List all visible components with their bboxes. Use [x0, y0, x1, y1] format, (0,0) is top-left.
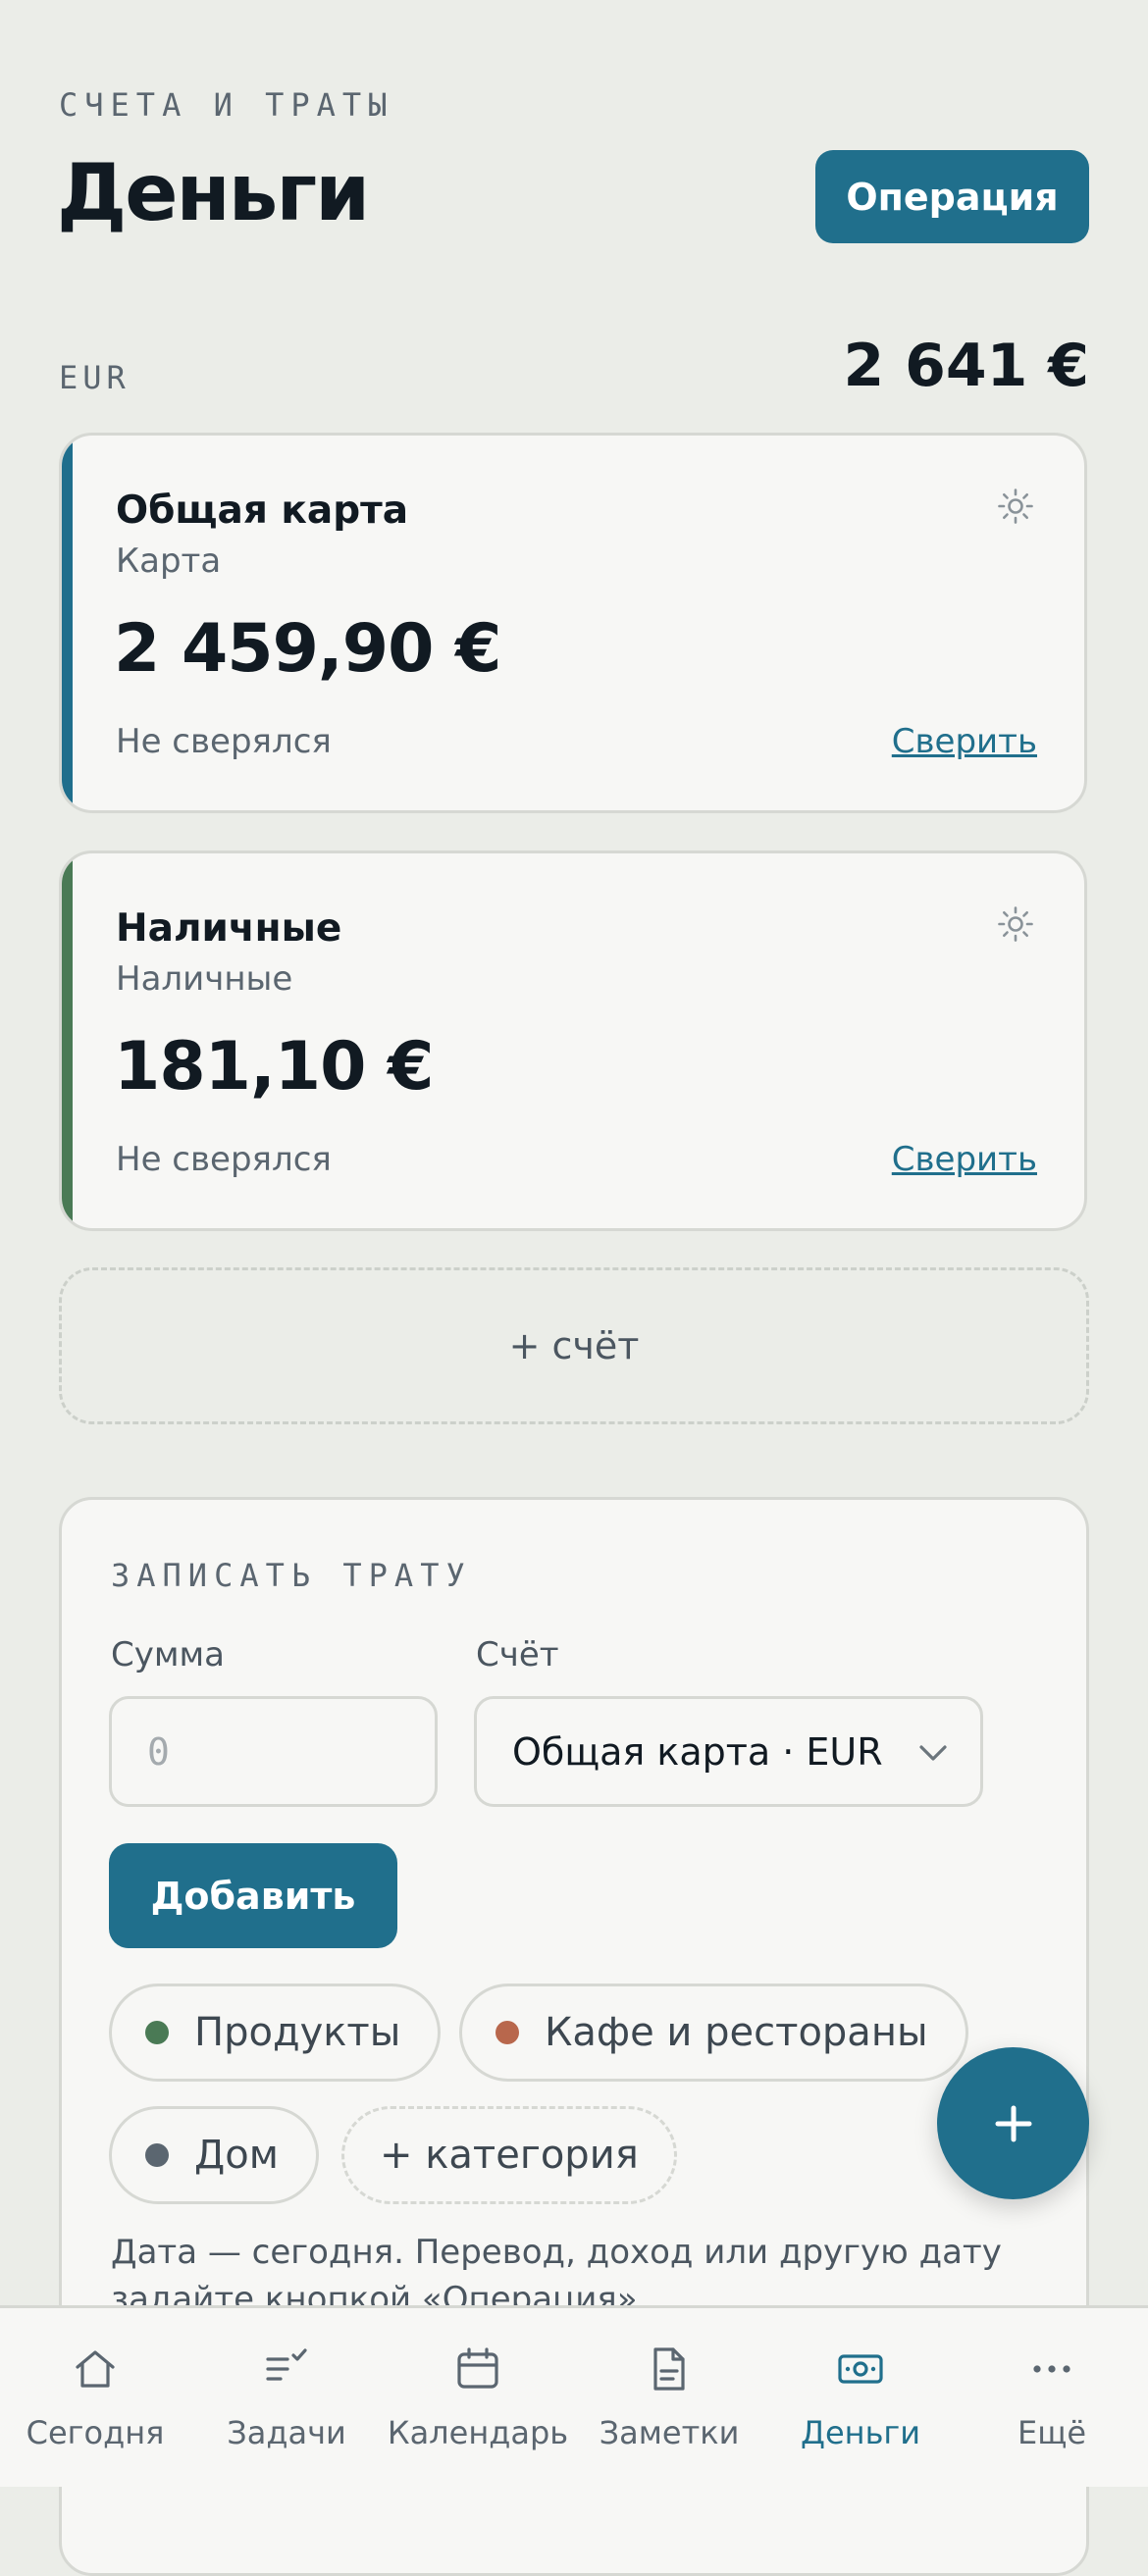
tab-calendar[interactable]: Календарь	[385, 2308, 571, 2487]
calendar-icon	[457, 2347, 498, 2389]
tab-today[interactable]: Сегодня	[2, 2308, 188, 2487]
add-fab-button[interactable]	[937, 2047, 1089, 2199]
home-icon	[76, 2350, 115, 2388]
reconcile-link[interactable]: Сверить	[892, 722, 1037, 761]
category-label: Кафе и рестораны	[545, 2010, 928, 2055]
account-card[interactable]: Общая карта Карта 2 459,90 € Не сверялся…	[59, 433, 1087, 813]
more-icon	[1033, 2365, 1070, 2373]
gear-icon[interactable]	[996, 487, 1035, 526]
page-eyebrow: СЧЕТА И ТРАТЫ	[59, 86, 394, 124]
reconcile-link[interactable]: Сверить	[892, 1140, 1037, 1179]
account-type: Наличные	[116, 959, 293, 999]
account-balance: 2 459,90 €	[114, 610, 501, 688]
tab-tasks[interactable]: Задачи	[193, 2308, 380, 2487]
account-card[interactable]: Наличные Наличные 181,10 € Не сверялся С…	[59, 850, 1087, 1231]
account-name: Наличные	[116, 906, 342, 951]
account-select[interactable]: Общая карта · EUR	[474, 1696, 983, 1807]
tab-more[interactable]: Ещё	[959, 2308, 1145, 2487]
chevron-down-icon	[919, 1745, 947, 1761]
account-type: Карта	[116, 541, 222, 581]
form-title: ЗАПИСАТЬ ТРАТУ	[111, 1557, 472, 1594]
page-title: Деньги	[57, 147, 370, 238]
bottom-tab-bar: Сегодня Задачи Календарь Заметки Деньги …	[0, 2305, 1148, 2487]
account-select-label: Счёт	[476, 1635, 559, 1674]
money-icon	[838, 2354, 883, 2384]
gear-icon[interactable]	[996, 904, 1035, 944]
category-chip[interactable]: Продукты	[109, 1984, 442, 2082]
operation-button[interactable]: Операция	[815, 150, 1089, 243]
category-label: Дом	[194, 2133, 279, 2178]
category-color-dot	[145, 2021, 169, 2044]
account-select-value: Общая карта · EUR	[512, 1729, 883, 1774]
tab-label: Сегодня	[26, 2414, 165, 2451]
currency-total: 2 641 €	[843, 332, 1089, 400]
account-accent-bar	[62, 436, 73, 810]
amount-input[interactable]	[109, 1696, 438, 1807]
tab-notes[interactable]: Заметки	[576, 2308, 762, 2487]
account-balance: 181,10 €	[114, 1028, 434, 1106]
reconcile-status: Не сверялся	[116, 1140, 332, 1179]
plus-icon	[995, 2105, 1032, 2142]
tab-label: Задачи	[227, 2414, 346, 2451]
tab-label: Деньги	[800, 2414, 921, 2451]
note-icon	[653, 2347, 685, 2391]
reconcile-status: Не сверялся	[116, 722, 332, 761]
add-category-button[interactable]: + категория	[341, 2106, 677, 2204]
account-accent-bar	[62, 853, 73, 1228]
tab-label: Ещё	[1017, 2414, 1087, 2451]
tab-label: Календарь	[387, 2414, 569, 2451]
category-chip[interactable]: Кафе и рестораны	[459, 1984, 968, 2082]
category-color-dot	[496, 2021, 519, 2044]
category-chip[interactable]: Дом	[109, 2106, 319, 2204]
currency-code: EUR	[59, 359, 130, 396]
amount-label: Сумма	[111, 1635, 225, 1674]
tab-money[interactable]: Деньги	[767, 2308, 954, 2487]
tasks-icon	[266, 2348, 307, 2381]
add-expense-button[interactable]: Добавить	[109, 1843, 397, 1948]
add-account-button[interactable]: + счёт	[59, 1267, 1089, 1424]
category-label: Продукты	[194, 2010, 401, 2055]
tab-label: Заметки	[599, 2414, 740, 2451]
account-name: Общая карта	[116, 489, 409, 533]
category-color-dot	[145, 2143, 169, 2167]
